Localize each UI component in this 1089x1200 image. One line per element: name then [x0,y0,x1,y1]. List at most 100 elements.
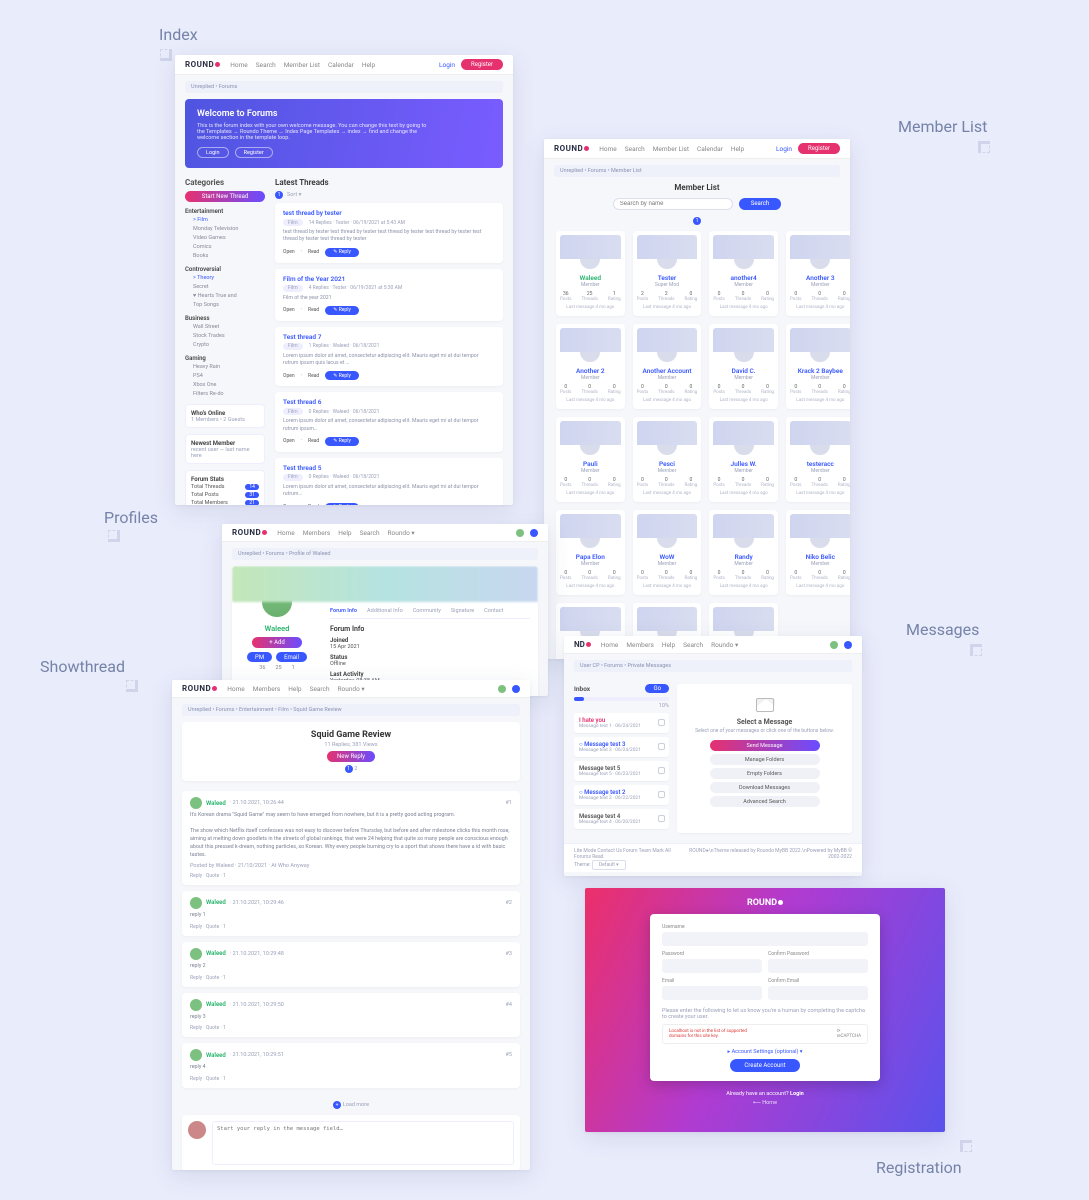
member-card[interactable]: Pauli Member 0Posts0Threads0Rating Last … [556,417,625,502]
banner-login[interactable]: Login [197,147,229,158]
message-item[interactable]: ○ Message test 3 Message text 3 · 06/24/… [574,737,669,757]
nav-home[interactable]: Home [227,685,245,693]
member-name[interactable]: Pesci [637,460,698,468]
nav-search[interactable]: Search [625,145,645,153]
thread-title-link[interactable]: Film of the Year 2021 [283,275,495,283]
load-more-button[interactable]: + [333,1101,341,1109]
message-checkbox[interactable] [658,767,665,774]
member-card[interactable]: Julles W. Member 0Posts0Threads0Rating L… [709,417,778,502]
message-item[interactable]: ○ Message test 2 Message text 2 · 06/22/… [574,785,669,805]
nav-search[interactable]: Search [256,61,276,69]
member-name[interactable]: Krack 2 Baybee [790,367,850,375]
open-link[interactable]: Open [283,373,295,379]
page-1[interactable]: 1 [345,765,353,773]
nav-help[interactable]: Help [731,145,744,153]
email-input[interactable] [662,986,762,1000]
thread-title-link[interactable]: Test thread 5 [283,464,495,472]
tab-additional[interactable]: Additional Info [367,608,403,614]
message-item[interactable]: Message test 4 Message text 4 · 06/20/20… [574,809,669,829]
category-item[interactable]: Books [185,251,265,260]
member-name[interactable]: Tester [637,274,698,282]
message-checkbox[interactable] [658,719,665,726]
reply-tools[interactable]: Reply · Quote · 1 [190,873,226,879]
confirm-email-input[interactable] [768,986,868,1000]
category-item[interactable]: PS4 [185,371,265,380]
new-reply-button[interactable]: New Reply [327,751,375,762]
search-input[interactable] [613,198,733,210]
reply-user[interactable]: Waleed [206,1001,226,1008]
register-button[interactable]: Register [798,143,840,154]
reply-tools[interactable]: Reply · Quote · 1 [190,1025,226,1031]
email-button[interactable]: Email [276,652,307,662]
open-link[interactable]: Open [283,249,295,255]
member-card[interactable]: WoW Member 0Posts0Threads0Rating Last me… [633,510,702,595]
member-card[interactable]: David C. Member 0Posts0Threads0Rating La… [709,324,778,409]
nav-search[interactable]: Search [310,685,330,693]
category-item[interactable]: Monday Television [185,224,265,233]
password-input[interactable] [662,959,762,973]
go-button[interactable]: Go [645,684,669,693]
download-button[interactable]: Download Messages [710,782,820,793]
nav-help[interactable]: Help [288,685,301,693]
nav-members[interactable]: Member List [284,61,320,69]
member-card[interactable]: Randy Member 0Posts0Threads0Rating Last … [709,510,778,595]
reply-tools[interactable]: Reply · Quote · 1 [190,975,226,981]
thread-title-link[interactable]: test thread by tester [283,209,495,217]
member-card[interactable]: Waleed Member 36Posts25Threads1Rating La… [556,231,625,316]
login-link[interactable]: Login [790,1091,804,1097]
member-card[interactable]: another4 Member 0Posts0Threads0Rating La… [709,231,778,316]
captcha-box[interactable]: Localhost is not in the list of supporte… [662,1024,868,1044]
nav-help[interactable]: Help [338,529,351,537]
login-link[interactable]: Login [439,61,455,69]
category-item[interactable]: > Theory [185,273,265,282]
member-name[interactable]: Another 3 [790,274,850,282]
reply-button[interactable]: ✎ Reply [325,248,359,257]
create-account-button[interactable]: Create Account [730,1059,799,1072]
manage-folders-button[interactable]: Manage Folders [710,754,820,765]
nav-search[interactable]: Search [683,641,703,649]
message-checkbox[interactable] [658,743,665,750]
notif-icon[interactable] [530,529,538,537]
reply-button[interactable]: ✎ Reply [325,503,359,505]
member-name[interactable]: Waleed [560,274,621,282]
member-card[interactable]: Another 3 Member 0Posts0Threads0Rating L… [786,231,850,316]
tab-contact[interactable]: Contact [484,608,503,614]
user-avatar-icon[interactable] [498,685,506,693]
category-title[interactable]: Controversial [185,266,265,273]
user-avatar-icon[interactable] [516,529,524,537]
reply-user[interactable]: Waleed [206,800,226,807]
empty-folders-button[interactable]: Empty Folders [710,768,820,779]
reply-user[interactable]: Waleed [206,1052,226,1059]
category-title[interactable]: Entertainment [185,208,265,215]
member-name[interactable]: Randy [713,553,774,561]
send-message-button[interactable]: Send Message [710,740,820,751]
confirm-password-input[interactable] [768,959,868,973]
reply-tools[interactable]: Reply · Quote · 1 [190,924,226,930]
member-card[interactable]: Pesci Member 0Posts0Threads0Rating Last … [633,417,702,502]
message-checkbox[interactable] [658,791,665,798]
member-card[interactable]: Papa Elon Member 0Posts0Threads0Rating L… [556,510,625,595]
member-card[interactable]: Tester Super Mod 2Posts2Threads0Rating L… [633,231,702,316]
member-card[interactable]: Another Account Member 0Posts0Threads0Ra… [633,324,702,409]
category-title[interactable]: Business [185,315,265,322]
start-thread-button[interactable]: Start New Thread [185,191,265,202]
open-link[interactable]: Open [283,307,295,313]
nav-calendar[interactable]: Calendar [697,145,723,153]
thread-title-link[interactable]: Test thread 6 [283,398,495,406]
member-name[interactable]: Niko Belic [790,553,850,561]
reply-button[interactable]: ✎ Reply [325,371,359,380]
message-item[interactable]: I hate you Message text 1 · 06/24/2021 [574,713,669,733]
nav-home[interactable]: Home [599,145,617,153]
sort-select[interactable]: Sort ▾ [287,192,301,198]
member-name[interactable]: Another Account [637,367,698,375]
nav-members[interactable]: Members [253,685,280,693]
member-card[interactable]: Another 2 Member 0Posts0Threads0Rating L… [556,324,625,409]
nav-roundo[interactable]: Roundo ▾ [711,641,738,649]
user-avatar-icon[interactable] [830,641,838,649]
page-2[interactable]: 2 [354,766,357,772]
nav-home[interactable]: Home [277,529,295,537]
reply-user[interactable]: Waleed [206,950,226,957]
category-item[interactable]: Crypto [185,340,265,349]
notif-icon[interactable] [844,641,852,649]
page-dot[interactable]: 1 [693,217,701,225]
